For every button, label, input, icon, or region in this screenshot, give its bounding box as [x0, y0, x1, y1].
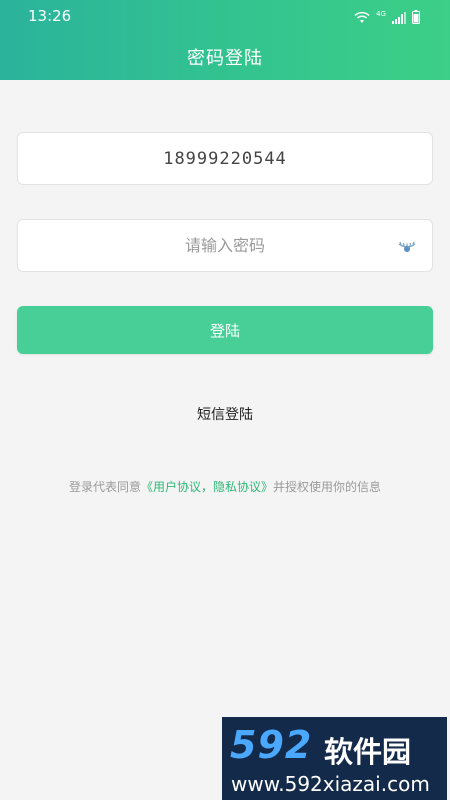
battery-icon — [412, 10, 420, 24]
network-type: 4G — [376, 10, 386, 18]
watermark-number: 592 — [230, 723, 313, 767]
signal-icon — [392, 12, 406, 24]
status-bar: 13:26 4G — [0, 0, 450, 32]
sms-login-link[interactable]: 短信登陆 — [0, 404, 450, 424]
login-button[interactable]: 登陆 — [17, 306, 433, 354]
agreement-suffix: 并授权使用你的信息 — [273, 480, 382, 494]
page-title: 密码登陆 — [187, 48, 263, 69]
status-time: 13:26 — [28, 7, 72, 25]
password-field[interactable] — [17, 219, 433, 272]
phone-field[interactable] — [17, 132, 433, 185]
watermark-url: www.592xiazai.com — [231, 772, 430, 796]
agreement-text: 登录代表同意《用户协议，隐私协议》并授权使用你的信息 — [0, 478, 450, 495]
site-watermark: 592 软件园 www.592xiazai.com — [222, 717, 447, 800]
status-icons: 4G — [354, 8, 420, 24]
eye-icon[interactable] — [398, 239, 416, 253]
agreement-link[interactable]: 《用户协议，隐私协议》 — [141, 480, 273, 494]
app-header: 13:26 4G 密码登陆 — [0, 0, 450, 80]
wifi-icon — [354, 11, 370, 23]
phone-input[interactable] — [18, 133, 432, 184]
password-input[interactable] — [18, 220, 432, 271]
watermark-name: 软件园 — [324, 735, 412, 769]
agreement-prefix: 登录代表同意 — [68, 480, 141, 494]
